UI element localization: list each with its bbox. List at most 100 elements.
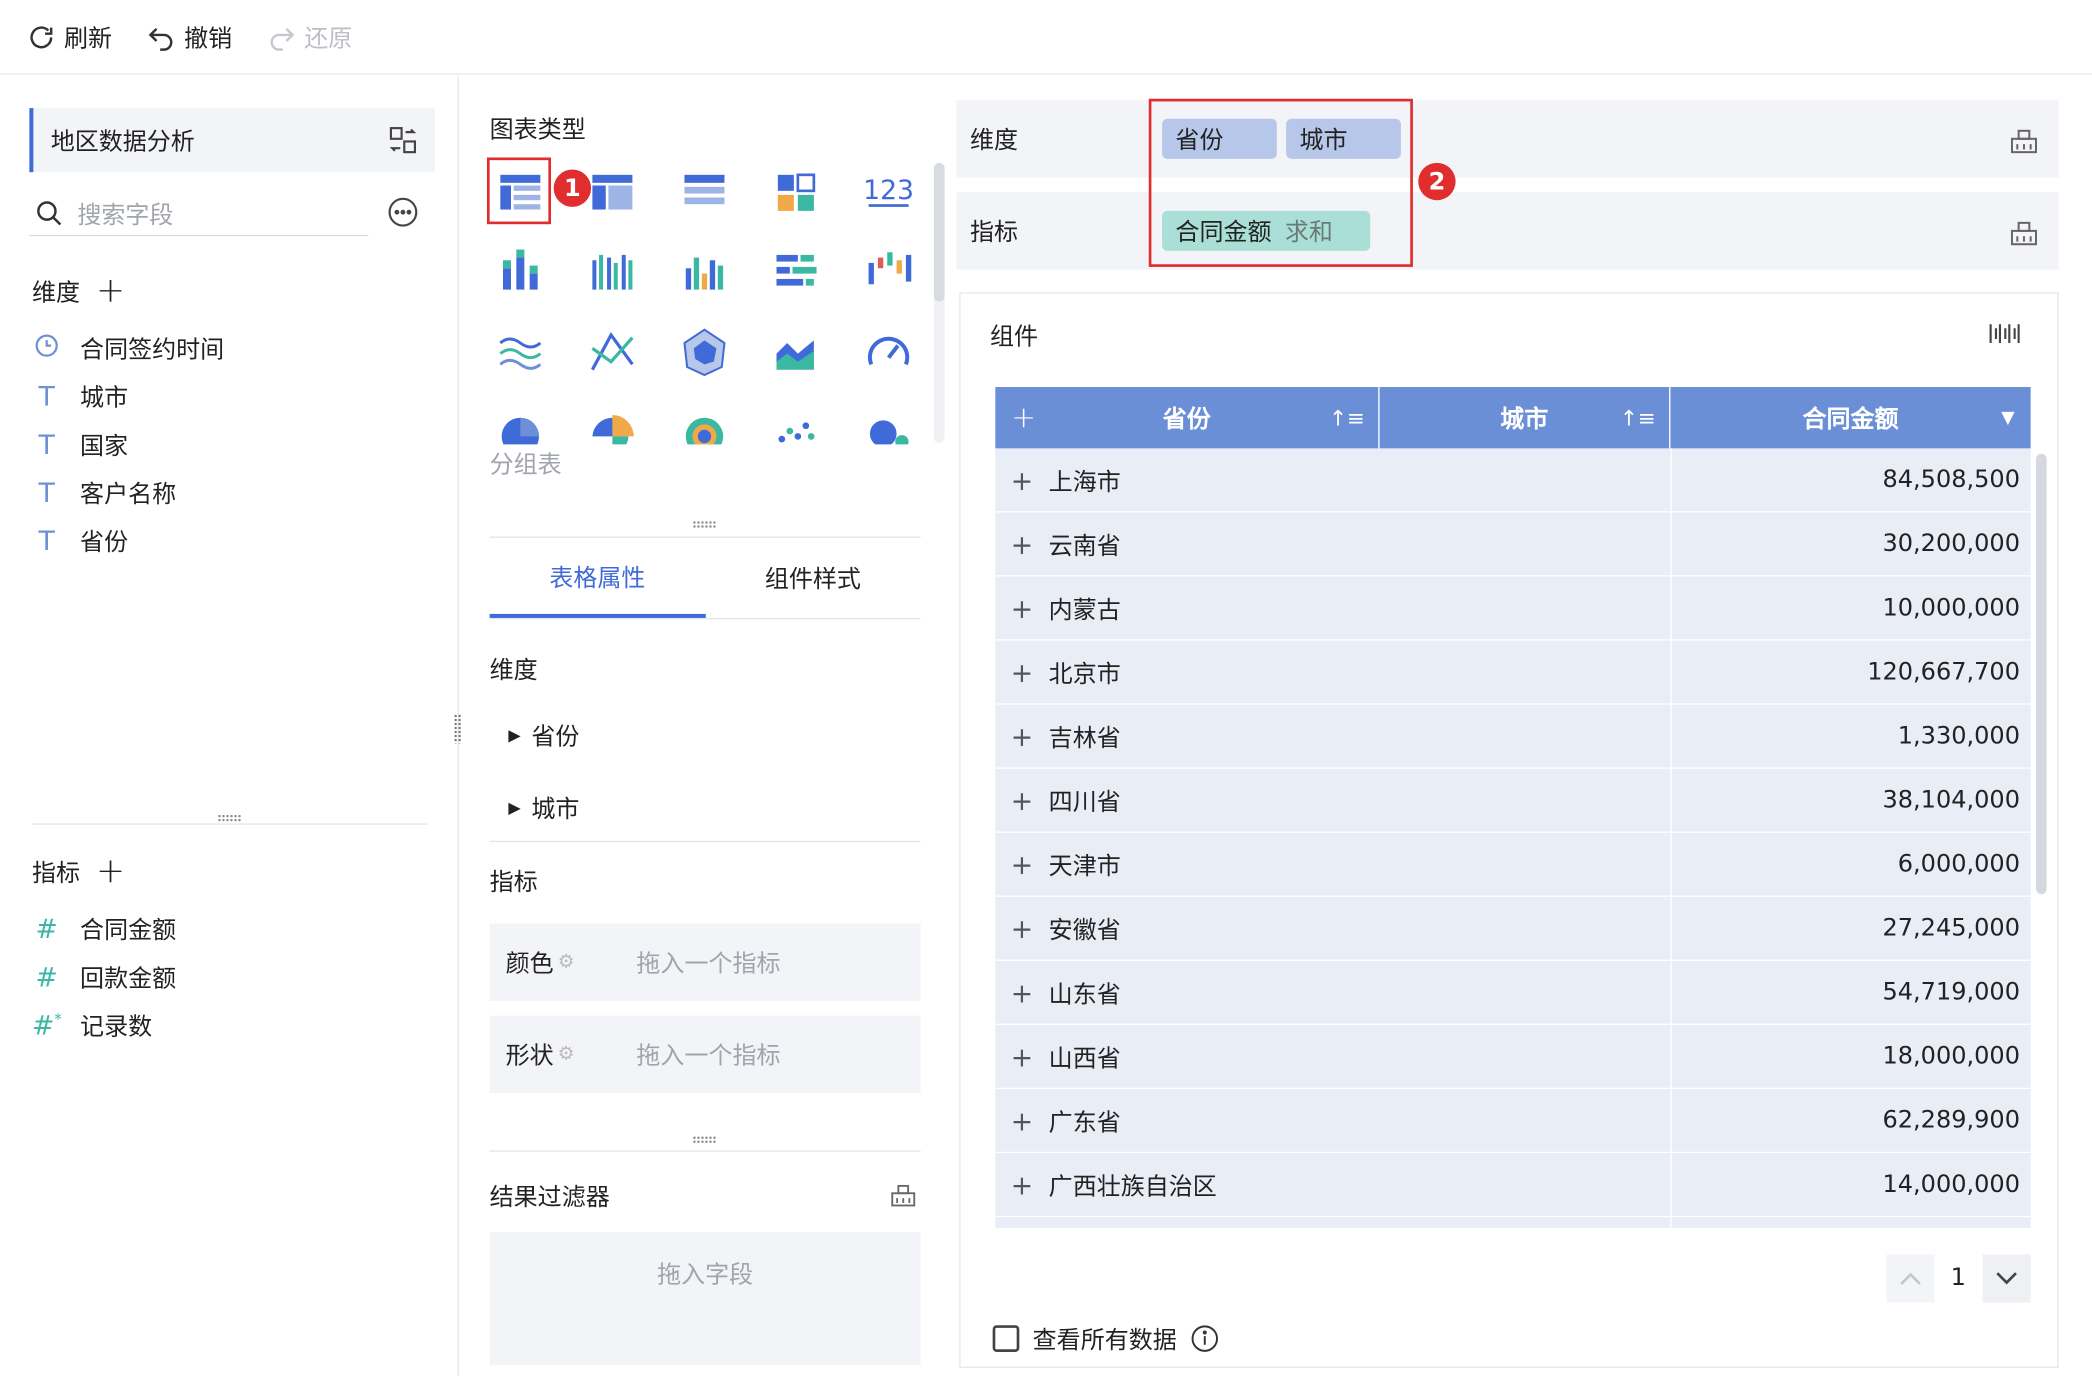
- dimension-shelf[interactable]: 维度: [956, 100, 2059, 178]
- dropdown-icon[interactable]: ▼: [2001, 408, 2014, 428]
- resize-handle[interactable]: [217, 814, 242, 823]
- stacked-bar-chart-icon[interactable]: [490, 242, 551, 303]
- tab-component-style[interactable]: 组件样式: [705, 538, 920, 618]
- area-chart-icon[interactable]: [766, 322, 827, 383]
- info-icon[interactable]: [1190, 1324, 1219, 1353]
- sort-icon[interactable]: ↑≡: [1620, 405, 1656, 430]
- bar-chart-icon[interactable]: [674, 242, 735, 303]
- expand-row-icon[interactable]: +: [995, 1168, 1048, 1200]
- expand-row-icon[interactable]: +: [995, 656, 1048, 688]
- table-row[interactable]: + 北京市 120,667,700: [995, 641, 2031, 705]
- undo-button[interactable]: 撤销: [147, 19, 232, 54]
- table-row[interactable]: + 安徽省 27,245,000: [995, 897, 2031, 961]
- redo-button[interactable]: 还原: [267, 19, 352, 54]
- config-dimension-item[interactable]: ▶ 城市: [508, 790, 579, 825]
- expand-row-icon[interactable]: +: [995, 1040, 1048, 1072]
- chart-type-scrollbar[interactable]: [933, 162, 945, 444]
- refresh-button[interactable]: 刷新: [27, 19, 112, 54]
- detail-table-chart-icon[interactable]: [674, 161, 735, 222]
- radar-chart-icon[interactable]: [674, 322, 735, 383]
- table-row[interactable]: + 广东省 62,289,900: [995, 1089, 2031, 1154]
- field-item[interactable]: T 客户名称: [32, 468, 224, 516]
- cross-table-chart-icon[interactable]: [582, 161, 643, 222]
- table-row[interactable]: + 山东省 54,719,000: [995, 961, 2031, 1025]
- table-row[interactable]: + 天津市 6,000,000: [995, 833, 2031, 897]
- expand-row-icon[interactable]: +: [995, 1104, 1048, 1136]
- tab-table-properties[interactable]: 表格属性: [489, 538, 706, 618]
- province-cell: 山东省: [1048, 980, 1121, 1009]
- metric-shelf-label: 指标: [969, 218, 1018, 247]
- table-row[interactable]: + 上海市 84,508,500: [995, 448, 2031, 513]
- field-item[interactable]: #* 记录数: [32, 1001, 176, 1049]
- config-metric-title: 指标: [489, 868, 538, 897]
- table-row[interactable]: + 广西壮族自治区 14,000,000: [995, 1153, 2031, 1218]
- barcode-icon[interactable]: [1988, 320, 2020, 347]
- header-province[interactable]: + 省份 ↑≡: [995, 387, 1380, 449]
- table-row[interactable]: + 山西省 18,000,000: [995, 1025, 2031, 1090]
- header-city[interactable]: 城市 ↑≡: [1380, 387, 1671, 449]
- page-down-button[interactable]: [1982, 1254, 2031, 1303]
- scatter-chart-icon[interactable]: [766, 402, 827, 445]
- field-item[interactable]: T 国家: [32, 420, 224, 468]
- page-up-button[interactable]: [1886, 1254, 1935, 1303]
- kpi-card-chart-icon[interactable]: [766, 161, 827, 222]
- expand-all-icon[interactable]: +: [1011, 401, 1036, 434]
- expand-row-icon[interactable]: +: [995, 848, 1048, 880]
- multi-line-chart-icon[interactable]: [582, 322, 643, 383]
- resize-handle[interactable]: [692, 520, 717, 529]
- field-item[interactable]: # 合同金额: [32, 905, 177, 953]
- header-contract-amount[interactable]: 合同金额 ▼: [1670, 387, 2030, 448]
- bubble-chart-icon[interactable]: [858, 402, 919, 445]
- config-dimension-item[interactable]: ▶ 省份: [508, 718, 579, 753]
- redo-label: 还原: [304, 24, 353, 53]
- expand-row-icon[interactable]: +: [995, 464, 1048, 496]
- dataset-selector[interactable]: 地区数据分析: [29, 108, 435, 173]
- expand-row-icon[interactable]: +: [995, 784, 1048, 816]
- view-all-checkbox[interactable]: [992, 1325, 1020, 1352]
- filter-drop-zone[interactable]: 拖入字段: [489, 1231, 921, 1366]
- view-all-data[interactable]: 查看所有数据: [992, 1321, 1220, 1356]
- amount-cell: 1,330,000: [1897, 722, 2020, 751]
- number-chart-icon[interactable]: 123: [858, 161, 919, 222]
- horizontal-bar-chart-icon[interactable]: [766, 242, 827, 303]
- line-chart-icon[interactable]: [490, 322, 551, 383]
- add-metric-icon[interactable]: +: [96, 851, 125, 891]
- expand-row-icon[interactable]: +: [995, 592, 1048, 624]
- pie-chart-icon[interactable]: [490, 402, 551, 445]
- waterfall-chart-icon[interactable]: [858, 242, 919, 303]
- shape-drop-slot[interactable]: 形状 ⚙ 拖入一个指标: [489, 1015, 921, 1094]
- expand-row-icon[interactable]: +: [995, 528, 1048, 560]
- field-item[interactable]: # 回款金额: [32, 953, 177, 1001]
- sort-icon[interactable]: ↑≡: [1329, 405, 1365, 430]
- sunburst-chart-icon[interactable]: [674, 402, 735, 445]
- expand-row-icon[interactable]: +: [995, 976, 1048, 1008]
- field-item[interactable]: 合同签约时间: [32, 324, 224, 372]
- shelf-settings-icon[interactable]: [2008, 216, 2040, 248]
- metric-shelf[interactable]: 指标: [956, 192, 2059, 270]
- table-header: + 省份 ↑≡ 城市 ↑≡ 合同金额 ▼: [995, 387, 2031, 449]
- table-scrollbar[interactable]: [2035, 453, 2047, 895]
- table-row[interactable]: + 四川省 38,104,000: [995, 769, 2031, 833]
- color-drop-slot[interactable]: 颜色 ⚙ 拖入一个指标: [489, 923, 921, 1001]
- field-item[interactable]: T 城市: [32, 372, 224, 420]
- text-type-icon: T: [38, 524, 55, 557]
- gauge-chart-icon[interactable]: [858, 322, 919, 383]
- shelf-settings-icon[interactable]: [2008, 124, 2040, 156]
- search-field[interactable]: 搜索字段: [29, 191, 369, 237]
- more-options-icon[interactable]: [387, 196, 419, 228]
- table-row[interactable]: + 云南省 30,200,000: [995, 512, 2031, 577]
- rose-chart-icon[interactable]: [582, 402, 643, 445]
- chart-type-grid: 123 1: [486, 157, 930, 455]
- field-item[interactable]: T 省份: [32, 516, 224, 564]
- expand-row-icon[interactable]: +: [995, 912, 1048, 944]
- filter-settings-icon[interactable]: [889, 1180, 918, 1209]
- config-tabs: 表格属性 组件样式: [489, 536, 921, 620]
- component-title: 组件: [989, 322, 1039, 351]
- resize-handle[interactable]: [692, 1135, 717, 1144]
- table-row[interactable]: + 吉林省 1,330,000: [995, 705, 2031, 769]
- table-row[interactable]: + 内蒙古 10,000,000: [995, 577, 2031, 641]
- switch-dataset-icon[interactable]: [387, 124, 419, 156]
- expand-row-icon[interactable]: +: [995, 720, 1048, 752]
- grouped-bar-chart-icon[interactable]: [582, 242, 643, 303]
- add-dimension-icon[interactable]: +: [96, 271, 125, 311]
